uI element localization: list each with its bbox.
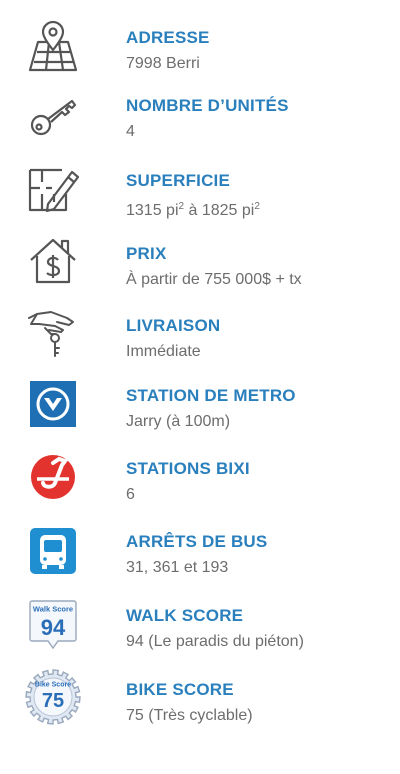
feature-value: 7998 Berri xyxy=(126,55,200,72)
feature-label: STATIONS BIXI xyxy=(126,459,250,478)
area-max: à 1825 pi xyxy=(184,202,255,219)
bike-score-badge-number: 75 xyxy=(42,690,64,712)
walk-score-badge-icon: Walk Score 94 xyxy=(22,594,84,656)
bixi-icon xyxy=(22,446,84,508)
feature-value-area: 1315 pi2 à 1825 pi2 xyxy=(126,197,260,221)
feature-row-bixi: STATIONS BIXI 6 xyxy=(0,446,400,516)
feature-row-area: SUPERFICIE 1315 pi2 à 1825 pi2 xyxy=(0,158,400,228)
feature-label: ARRÊTS DE BUS xyxy=(126,532,268,551)
feature-label: LIVRAISON xyxy=(126,316,221,335)
feature-label: ADRESSE xyxy=(126,28,210,47)
feature-row-bus: ARRÊTS DE BUS 31, 361 et 193 xyxy=(0,520,400,590)
walk-score-badge-number: 94 xyxy=(41,615,66,640)
house-dollar-icon xyxy=(22,230,84,292)
feature-label: WALK SCORE xyxy=(126,606,244,625)
hand-keys-icon xyxy=(22,302,84,364)
feature-label: BIKE SCORE xyxy=(126,680,234,699)
area-min: 1315 pi xyxy=(126,202,179,219)
feature-label: SUPERFICIE xyxy=(126,171,231,190)
feature-value: Jarry (à 100m) xyxy=(126,413,231,430)
bus-icon xyxy=(22,520,84,582)
feature-row-delivery: LIVRAISON Immédiate xyxy=(0,302,400,372)
feature-value: À partir de 755 000$ + tx xyxy=(126,271,302,288)
feature-value: 6 xyxy=(126,486,135,503)
feature-label: STATION DE METRO xyxy=(126,386,296,405)
property-features-list: ADRESSE 7998 Berri NOMBRE D’UNITÉS 4 SUP… xyxy=(0,0,400,774)
area-unit-exponent: 2 xyxy=(254,201,260,212)
feature-label: NOMBRE D’UNITÉS xyxy=(126,96,289,115)
feature-row-price: PRIX À partir de 755 000$ + tx xyxy=(0,230,400,300)
feature-value: 94 (Le paradis du piéton) xyxy=(126,633,304,650)
feature-value: 31, 361 et 193 xyxy=(126,559,229,576)
feature-row-metro: STATION DE METRO Jarry (à 100m) xyxy=(0,373,400,443)
bike-score-badge-title: Bike Score xyxy=(35,682,71,689)
map-pin-icon xyxy=(22,16,84,78)
floorplan-pencil-icon xyxy=(22,158,84,220)
feature-row-bike-score: Bike Score 75 BIKE SCORE 75 (Très cyclab… xyxy=(0,666,400,736)
feature-label: PRIX xyxy=(126,244,167,263)
key-icon xyxy=(22,86,84,148)
feature-value: 75 (Très cyclable) xyxy=(126,707,253,724)
walk-score-badge-title: Walk Score xyxy=(33,605,73,614)
feature-value: 4 xyxy=(126,123,135,140)
feature-row-walk-score: Walk Score 94 WALK SCORE 94 (Le paradis … xyxy=(0,594,400,664)
feature-value: Immédiate xyxy=(126,343,201,360)
metro-icon xyxy=(22,373,84,435)
bike-score-badge-icon: Bike Score 75 xyxy=(22,666,84,728)
feature-row-address: ADRESSE 7998 Berri xyxy=(0,16,400,86)
feature-row-units: NOMBRE D’UNITÉS 4 xyxy=(0,86,400,156)
